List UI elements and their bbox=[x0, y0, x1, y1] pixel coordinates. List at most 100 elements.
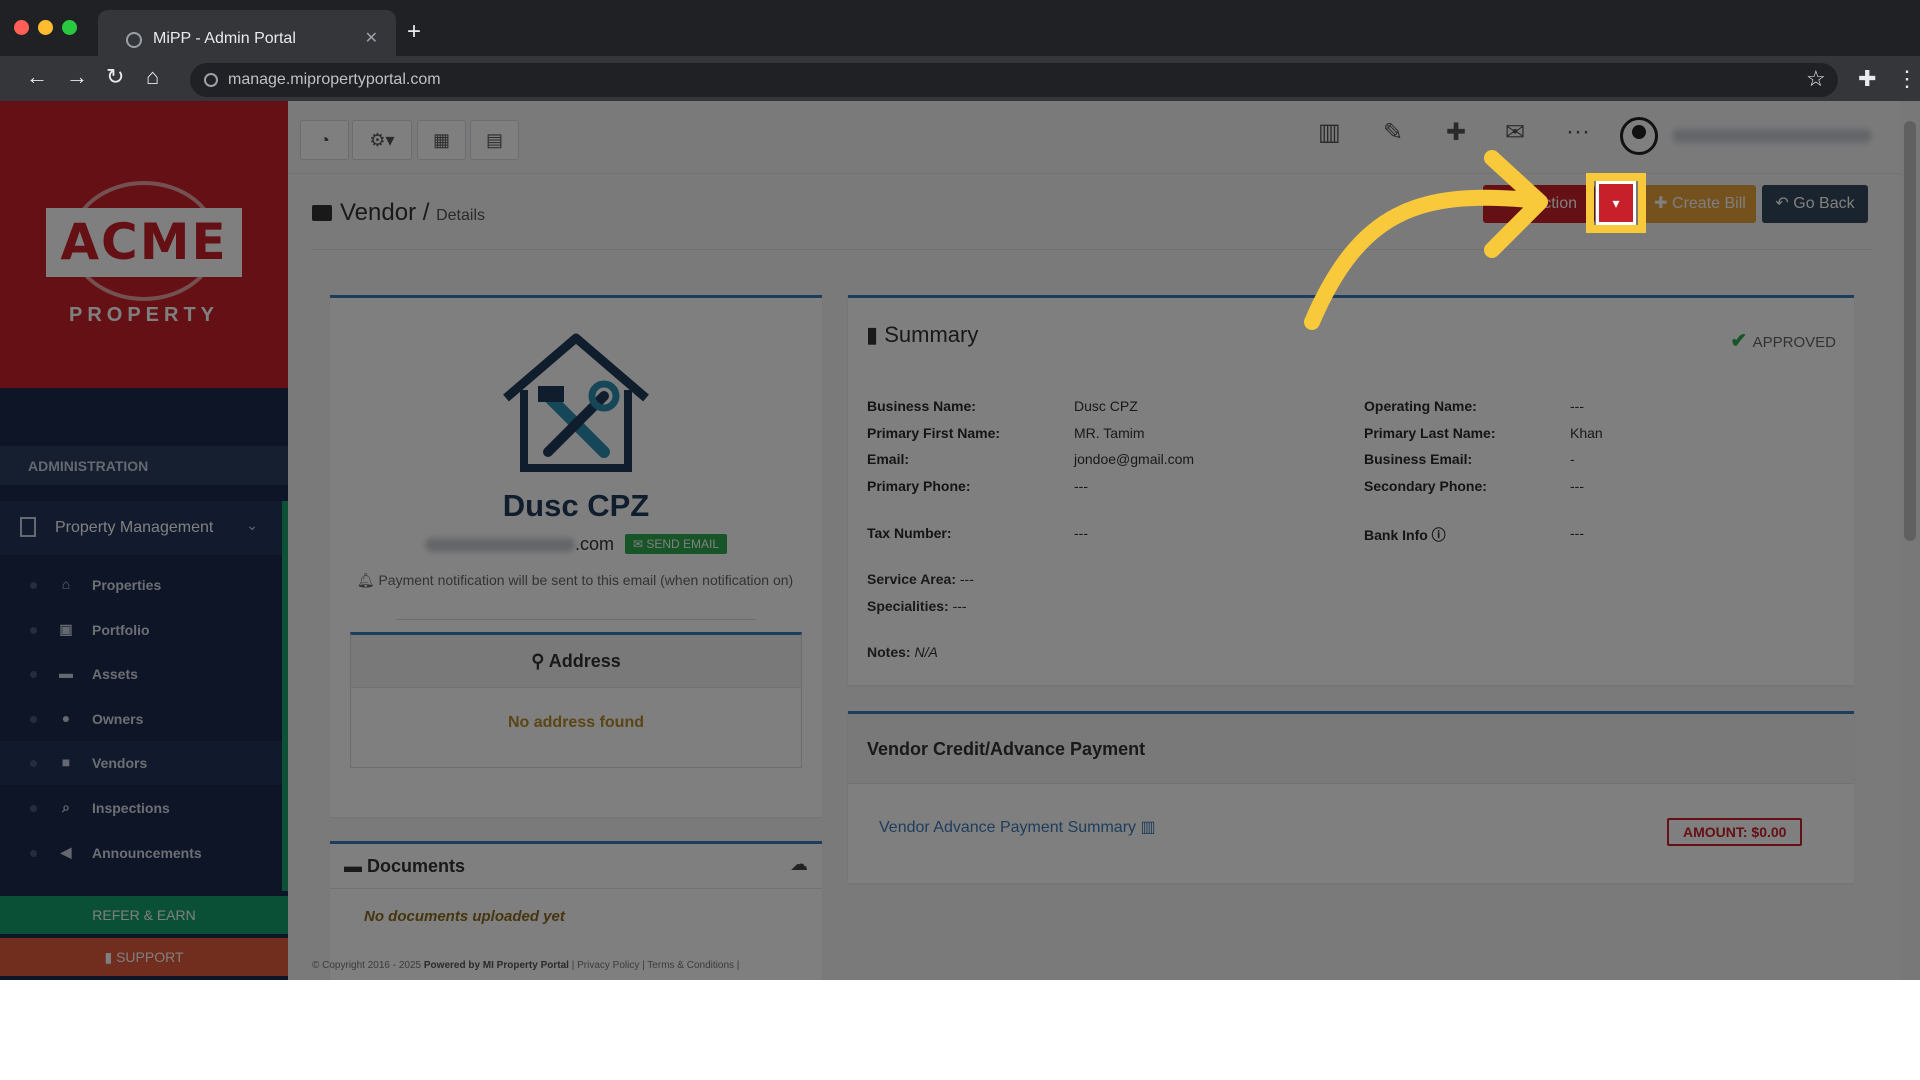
caret-down-icon: ▾ bbox=[1612, 195, 1620, 211]
business-email-value: - bbox=[1570, 451, 1575, 467]
vendor-logo-house-tools bbox=[503, 333, 649, 472]
reports-chart-icon[interactable]: ▥ bbox=[1318, 118, 1341, 147]
documents-header: ▬ Documents bbox=[330, 844, 822, 889]
sidebar-item-label: Owners bbox=[92, 711, 144, 727]
go-back-button[interactable]: ↶ Go Back bbox=[1762, 185, 1868, 223]
briefcase-icon: ■ bbox=[61, 754, 71, 770]
bank-info-value: --- bbox=[1570, 525, 1584, 541]
avatar[interactable] bbox=[1620, 117, 1658, 155]
create-bill-label: Create Bill bbox=[1672, 195, 1746, 212]
browser-menu-icon[interactable]: ⋮ bbox=[1896, 66, 1918, 92]
sidebar-item-announcements[interactable]: ◀ Announcements bbox=[0, 831, 282, 875]
calendar-icon: ▦ bbox=[432, 130, 450, 150]
action-button[interactable]: Action bbox=[1483, 185, 1595, 223]
business-name-value: Dusc CPZ bbox=[1074, 398, 1138, 414]
primary-phone-label: Primary Phone: bbox=[867, 478, 971, 494]
menu-group-property-management[interactable]: Property Management ⌄ bbox=[0, 501, 288, 555]
sidebar-item-label: Inspections bbox=[92, 800, 170, 816]
sidebar-item-label: Portfolio bbox=[92, 622, 150, 638]
specialities-value: --- bbox=[952, 598, 967, 614]
go-back-label: Go Back bbox=[1793, 195, 1855, 212]
address-card: ⚲ Address No address found bbox=[350, 632, 802, 768]
chevron-down-icon: ⌄ bbox=[246, 517, 258, 533]
minimize-window-button[interactable] bbox=[38, 20, 53, 35]
footer-powered-by[interactable]: Powered by MI Property Portal bbox=[424, 960, 569, 971]
briefcase-icon: ▮ bbox=[866, 322, 885, 347]
business-name-label: Business Name: bbox=[867, 398, 976, 414]
breadcrumb: Vendor / Details bbox=[312, 199, 485, 227]
sidebar-item-label: Assets bbox=[92, 666, 138, 682]
sidebar-item-portfolio[interactable]: ▣ Portfolio bbox=[0, 608, 282, 652]
sidebar-item-assets[interactable]: ▬ Assets bbox=[0, 652, 282, 696]
maximize-window-button[interactable] bbox=[62, 20, 77, 35]
plus-icon: ✚ bbox=[1654, 195, 1673, 212]
sidebar-item-owners[interactable]: ● Owners bbox=[0, 697, 282, 741]
advance-payment-summary-link[interactable]: Vendor Advance Payment Summary ▥ bbox=[879, 817, 1156, 837]
status-badge: APPROVED bbox=[1752, 334, 1836, 351]
bullet-dot bbox=[30, 760, 37, 767]
logo-subtext: PROPERTY bbox=[68, 304, 220, 326]
footer-links[interactable]: | Privacy Policy | Terms & Conditions | bbox=[572, 960, 740, 971]
business-email-label: Business Email: bbox=[1364, 451, 1473, 467]
close-window-button[interactable] bbox=[14, 20, 29, 35]
back-arrow-icon: ↶ bbox=[1775, 195, 1794, 212]
support-label: SUPPORT bbox=[116, 949, 184, 965]
last-name-label: Primary Last Name: bbox=[1364, 425, 1496, 441]
upload-cloud-icon[interactable]: ☁ bbox=[790, 854, 808, 875]
book-icon: ▮ bbox=[104, 949, 117, 965]
bullet-dot bbox=[30, 716, 37, 723]
approved-status: ✔ APPROVED bbox=[1730, 328, 1836, 353]
dashboard-button[interactable]: ◔ bbox=[300, 120, 349, 160]
forward-icon[interactable]: → bbox=[66, 64, 88, 90]
envelope-icon: ✉ bbox=[632, 537, 647, 551]
bookmark-star-icon[interactable]: ☆ bbox=[1806, 66, 1826, 92]
address-bar[interactable]: manage.mipropertyportal.com bbox=[190, 63, 1838, 97]
browser-tab[interactable]: MiPP - Admin Portal ✕ bbox=[98, 10, 396, 56]
back-icon[interactable]: ← bbox=[26, 64, 48, 90]
site-info-icon[interactable] bbox=[204, 73, 218, 87]
action-dropdown-toggle[interactable]: ▾ bbox=[1596, 181, 1636, 225]
summary-card: ▮ Summary ✔ APPROVED Business Name: Dusc… bbox=[848, 295, 1854, 685]
page-bottom-area bbox=[0, 980, 1920, 1080]
heading-divider bbox=[312, 249, 1872, 250]
bullet-dot bbox=[30, 850, 37, 857]
notes-row: Notes: N/A bbox=[867, 644, 938, 660]
sidebar-item-vendors[interactable]: ■ Vendors bbox=[0, 741, 282, 785]
last-name-value: Khan bbox=[1570, 425, 1603, 441]
create-bill-button[interactable]: ✚ Create Bill bbox=[1644, 185, 1756, 223]
close-tab-icon[interactable]: ✕ bbox=[365, 28, 378, 48]
wrench-icon[interactable]: ✎ bbox=[1383, 118, 1403, 147]
extensions-icon[interactable]: ✚ bbox=[1858, 66, 1876, 92]
mail-icon[interactable]: ✉ bbox=[1505, 118, 1525, 147]
send-email-button[interactable]: ✉ SEND EMAIL bbox=[624, 534, 728, 554]
tax-number-label: Tax Number: bbox=[867, 525, 952, 541]
home-icon[interactable]: ⌂ bbox=[146, 64, 159, 90]
folder-icon: ▬ bbox=[344, 856, 368, 876]
advance-payment-link-text: Vendor Advance Payment Summary bbox=[879, 819, 1137, 836]
scrollbar-thumb[interactable] bbox=[1904, 121, 1916, 541]
briefcase-icon bbox=[312, 205, 332, 221]
assets-icon: ▬ bbox=[59, 665, 73, 681]
support-button[interactable]: ▮ SUPPORT bbox=[0, 938, 288, 976]
refer-earn-button[interactable]: REFER & EARN bbox=[0, 896, 288, 934]
plus-icon[interactable]: ✚ bbox=[1446, 118, 1466, 147]
map-pin-icon: ⚲ bbox=[531, 651, 549, 671]
email-label: Email: bbox=[867, 451, 910, 467]
bar-chart-icon: ▥ bbox=[1140, 819, 1156, 836]
notes-value: N/A bbox=[914, 644, 938, 660]
service-area-value: --- bbox=[959, 571, 974, 587]
calendar-button[interactable]: ▦ bbox=[417, 120, 466, 160]
new-tab-icon[interactable]: + bbox=[407, 18, 421, 46]
sidebar-item-inspections[interactable]: ⌕ Inspections bbox=[0, 786, 282, 830]
info-icon[interactable]: ⓘ bbox=[1432, 527, 1446, 543]
sidebar-item-properties[interactable]: ⌂ Properties bbox=[0, 563, 282, 607]
more-icon[interactable]: ··· bbox=[1566, 118, 1590, 146]
email-suffix: .com bbox=[574, 534, 614, 554]
reload-icon[interactable]: ↻ bbox=[106, 64, 124, 90]
vendor-credit-card: Vendor Credit/Advance Payment Vendor Adv… bbox=[848, 711, 1854, 883]
first-name-label: Primary First Name: bbox=[867, 425, 1001, 441]
logo-area[interactable]: ACME PROPERTY bbox=[0, 101, 288, 388]
calculator-button[interactable]: ▤ bbox=[470, 120, 519, 160]
notification-notice: 🔔︎ Payment notification will be sent to … bbox=[350, 570, 800, 590]
settings-dropdown-button[interactable]: ⚙▾ bbox=[352, 120, 412, 160]
